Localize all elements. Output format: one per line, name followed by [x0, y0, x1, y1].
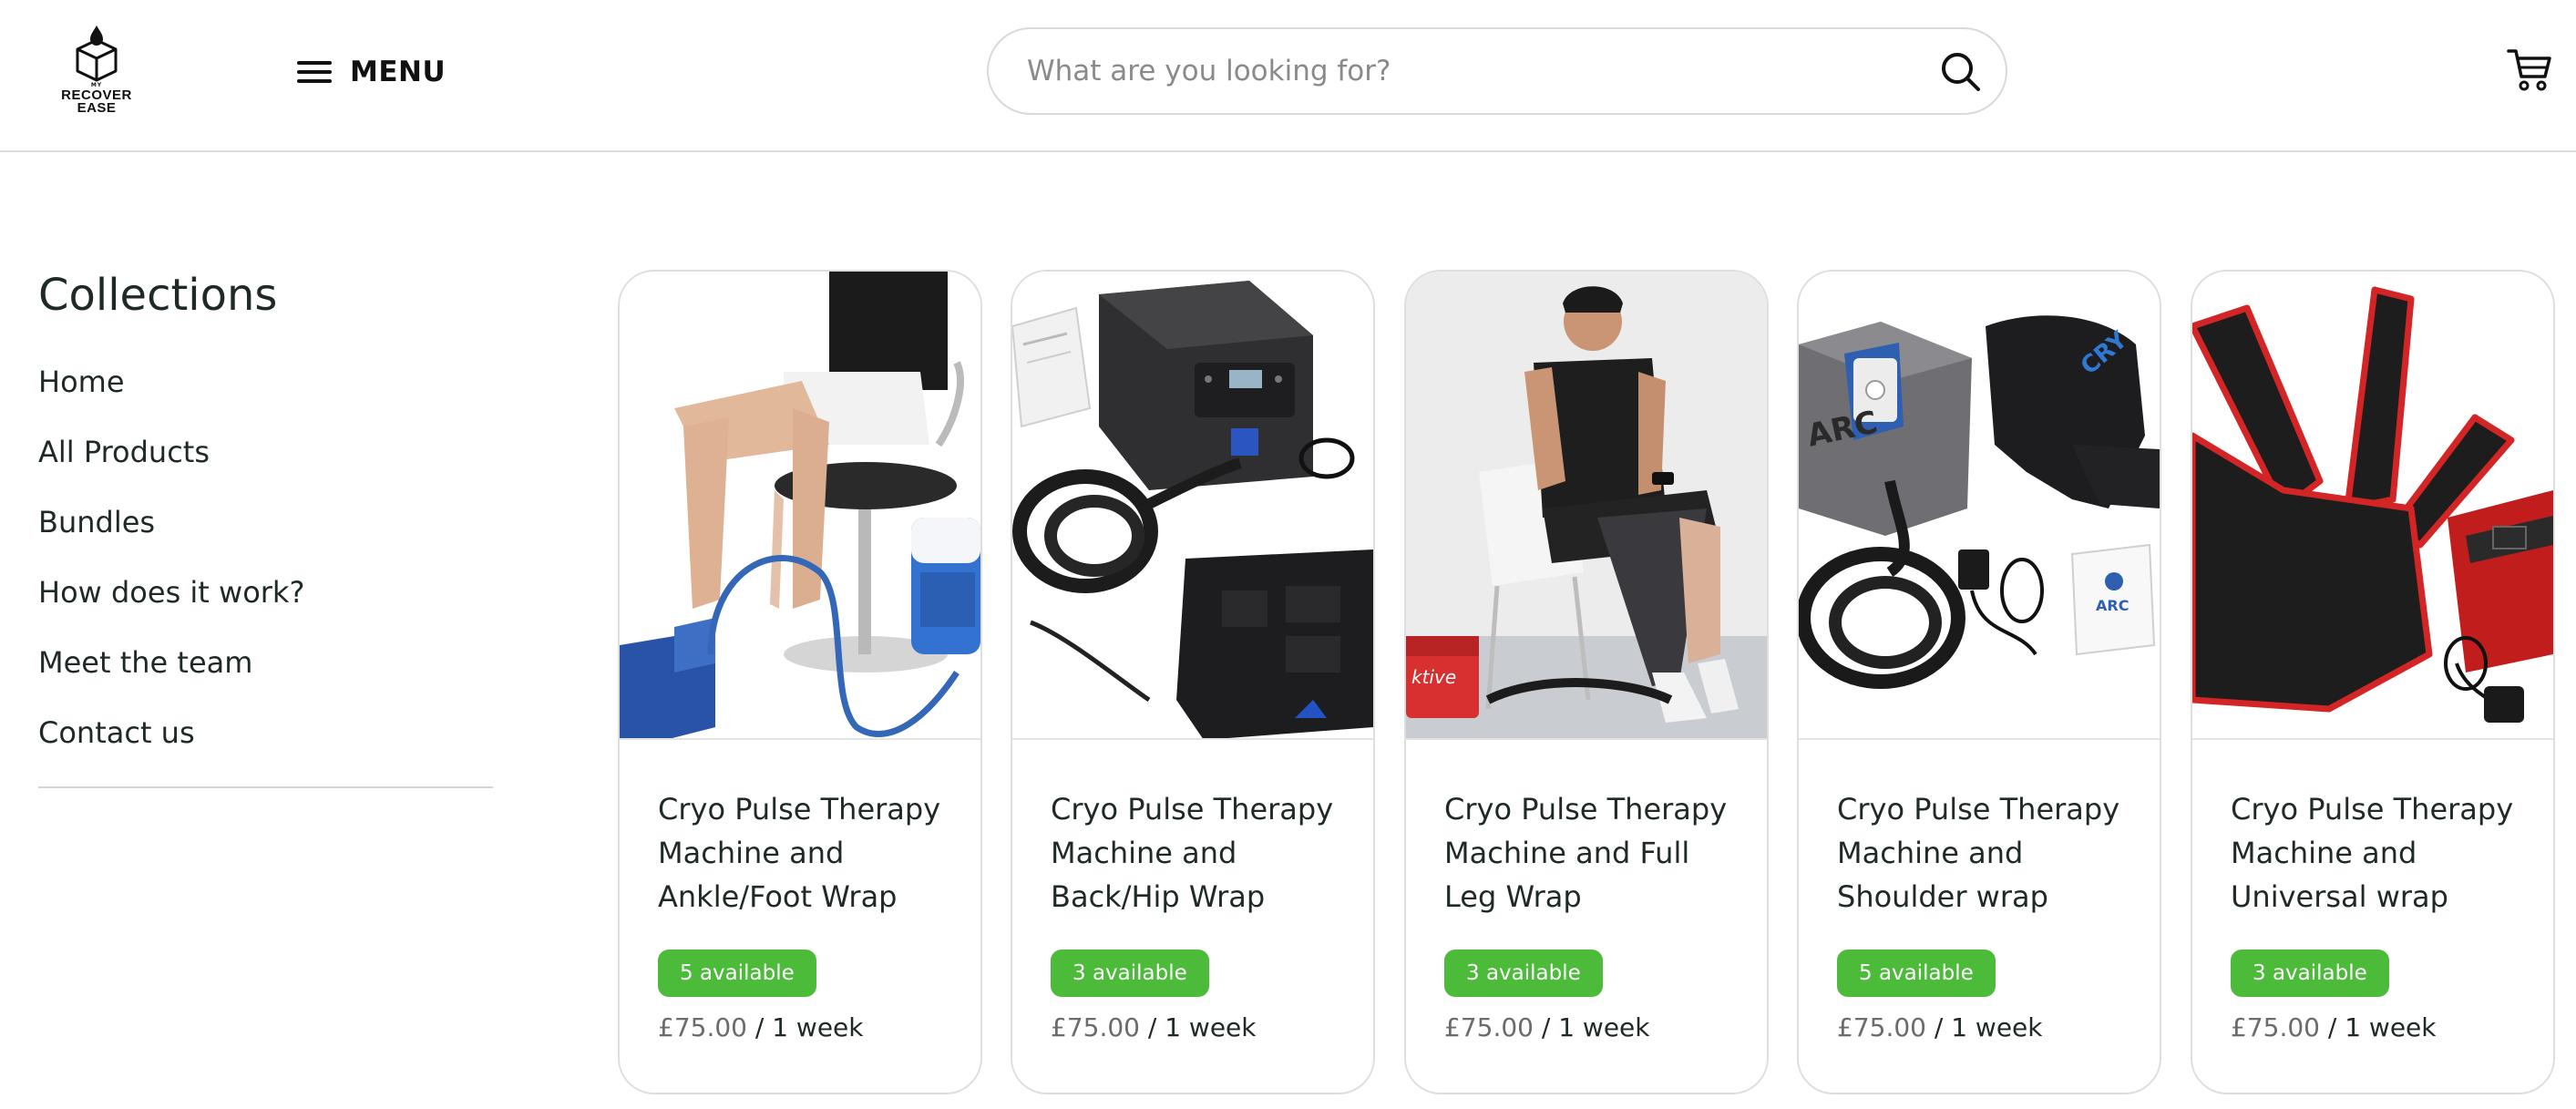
price-amount: £75.00 — [2231, 1012, 2320, 1042]
price-period: / 1 week — [1533, 1012, 1650, 1042]
logo-text-line2: EASE — [77, 100, 117, 116]
cart-icon[interactable] — [2506, 46, 2553, 93]
product-image[interactable] — [2192, 272, 2553, 740]
price-period: / 1 week — [1139, 1012, 1257, 1042]
price-amount: £75.00 — [1837, 1012, 1926, 1042]
product-price: £75.00 / 1 week — [1837, 1010, 2043, 1046]
sidebar-item-how-it-works[interactable]: How does it work? — [38, 575, 494, 645]
product-title[interactable]: Cryo Pulse Therapy Machine and Universal… — [2231, 787, 2531, 919]
price-period: / 1 week — [1925, 1012, 2043, 1042]
product-card[interactable]: Cryo Pulse Therapy Machine and Back/Hip … — [1011, 270, 1375, 1094]
product-price: £75.00 / 1 week — [2231, 1010, 2437, 1046]
availability-badge: 5 available — [1837, 950, 1996, 997]
search-bar — [987, 27, 2007, 115]
sidebar-item-meet-the-team[interactable]: Meet the team — [38, 645, 494, 715]
collections-nav: Home All Products Bundles How does it wo… — [38, 365, 494, 786]
product-card[interactable]: ktive Cryo Pulse Therapy Machine and Ful… — [1404, 270, 1769, 1094]
svg-text:ARC: ARC — [2096, 597, 2129, 614]
availability-badge: 3 available — [2231, 950, 2389, 997]
search-icon[interactable] — [1938, 49, 1984, 95]
menu-button[interactable]: MENU — [297, 53, 446, 91]
product-image[interactable]: ARC CRY ARC — [1799, 272, 2160, 740]
sidebar-item-contact-us[interactable]: Contact us — [38, 715, 494, 786]
svg-text:ktive: ktive — [1411, 666, 1456, 688]
product-price: £75.00 / 1 week — [1444, 1010, 1650, 1046]
product-image[interactable]: ktive — [1406, 272, 1767, 740]
site-header: MY RECOVER EASE MENU — [0, 0, 2576, 152]
menu-icon — [297, 59, 332, 85]
sidebar-item-home[interactable]: Home — [38, 365, 494, 435]
product-image[interactable] — [1012, 272, 1373, 740]
availability-badge: 3 available — [1051, 950, 1209, 997]
product-card[interactable]: ARC CRY ARC Cryo Pulse Therapy Machine a… — [1797, 270, 2161, 1094]
site-logo[interactable]: MY RECOVER EASE — [46, 24, 148, 118]
product-card[interactable]: Cryo Pulse Therapy Machine and Universal… — [2191, 270, 2555, 1094]
product-title[interactable]: Cryo Pulse Therapy Machine and Full Leg … — [1444, 787, 1745, 919]
product-title[interactable]: Cryo Pulse Therapy Machine and Back/Hip … — [1051, 787, 1351, 919]
product-price: £75.00 / 1 week — [1051, 1010, 1257, 1046]
price-amount: £75.00 — [1051, 1012, 1140, 1042]
sidebar-item-bundles[interactable]: Bundles — [38, 505, 494, 575]
search-input[interactable] — [1025, 47, 1891, 95]
price-period: / 1 week — [2319, 1012, 2437, 1042]
product-image[interactable] — [620, 272, 980, 740]
sidebar-divider — [38, 786, 493, 788]
sidebar-item-all-products[interactable]: All Products — [38, 435, 494, 505]
menu-label: MENU — [350, 56, 446, 88]
price-period: / 1 week — [746, 1012, 864, 1042]
price-amount: £75.00 — [1444, 1012, 1534, 1042]
availability-badge: 3 available — [1444, 950, 1603, 997]
logo-icon — [76, 26, 118, 82]
product-title[interactable]: Cryo Pulse Therapy Machine and Ankle/Foo… — [658, 787, 959, 919]
price-amount: £75.00 — [658, 1012, 747, 1042]
collections-title: Collections — [38, 270, 278, 321]
product-price: £75.00 / 1 week — [658, 1010, 864, 1046]
availability-badge: 5 available — [658, 950, 816, 997]
product-card[interactable]: Cryo Pulse Therapy Machine and Ankle/Foo… — [618, 270, 982, 1094]
product-title[interactable]: Cryo Pulse Therapy Machine and Shoulder … — [1837, 787, 2138, 919]
